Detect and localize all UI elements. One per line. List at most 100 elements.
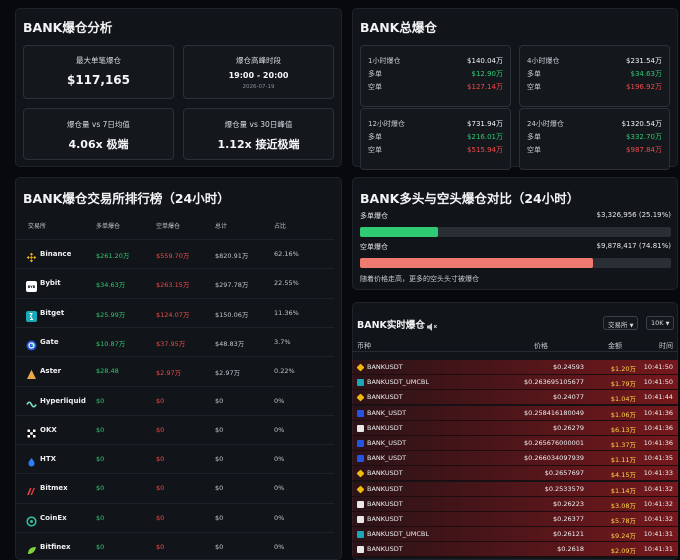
max-single-card: 最大单笔爆仓 $117,165 [23,45,174,99]
live-amount: $1.11万 [610,456,636,465]
exchange-select-label: 交易所 [608,321,628,329]
live-price: $0.24593 [552,363,584,371]
live-time: 10:41:50 [643,363,673,371]
live-row[interactable]: BANKUSDT_UMCBL $0.26121 $9.24万 10:41:31 [352,527,678,543]
total-card: 12小时爆仓 $731.94万 多单 $216.01万 空单 $515.94万 [360,108,511,170]
col-exchange[interactable]: 交易所 [28,221,46,230]
live-row[interactable]: BANKUSDT $0.26279 $6.13万 10:41:36 [352,420,678,436]
vs7-value: 4.06x 极端 [68,138,129,151]
long-bar-fill [360,227,439,237]
exchange-row-aster[interactable]: Aster $28.48 $2.97万 $2.97万 0.22% [15,356,334,385]
short-value: $0 [156,484,165,493]
long-bar [360,227,671,237]
speaker-icon[interactable] [426,317,438,331]
live-col-symbol: 币种 [357,342,371,350]
total-card: 1小时爆仓 $140.04万 多单 $12.90万空单 $127.14万 [360,45,511,107]
exchange-name: CoinEx [40,513,67,522]
long-label: 多单爆仓 [360,212,388,220]
exchange-name: Bybit [40,279,61,288]
total-card: 4小时爆仓 $231.54万 多单 $34.63万 空单 $196.92万 [519,45,670,107]
live-row[interactable]: BANKUSDT $0.2533579 $1.14万 10:41:32 [352,481,678,497]
total-value: $820.91万 [215,252,249,260]
hyperliquid-icon [26,395,37,408]
live-amount: $1.06万 [610,410,636,419]
peak-period-label: 爆仓高峰时段 [236,56,281,65]
total-value: $0 [215,543,224,551]
col-pct[interactable]: 占比 [274,221,286,230]
col-short[interactable]: 空单爆仓 [156,221,180,230]
bitget-icon [357,531,364,539]
amount-select[interactable]: 10K ▼ [646,316,675,330]
max-single-value: $117,165 [66,73,130,87]
live-row[interactable]: BANK_USDT $0.266034097939 $1.11万 10:41:35 [352,451,678,467]
exchange-name: Bitfinex [40,543,71,551]
short-value: $37.95万 [156,339,186,348]
exchange-row-binance[interactable]: Binance $261.20万 $559.70万 $820.91万 62.16% [15,239,334,268]
live-row[interactable]: BANKUSDT_UMCBL $0.263695105677 $1.79万 10:41… [352,375,678,391]
live-row[interactable]: BANK_USDT $0.265676000001 $1.37万 10:41:36 [352,436,678,451]
exchange-row-bitmex[interactable]: Bitmex $0 $0 $0 0% [15,473,334,502]
exchange-select[interactable]: 交易所 ▼ [603,316,639,330]
live-symbol: BANKUSDT [367,484,403,493]
live-price: $0.263695105677 [524,378,584,387]
exchange-row-bitget[interactable]: Bitget $25.99万 $124.07万 $150.06万 11.36% [15,297,334,327]
period-short: $515.94万 [467,146,503,154]
live-symbol: BANKUSDT [367,469,403,478]
live-row[interactable]: BANKUSDT $0.26223 $3.08万 10:41:32 [352,496,678,512]
live-price: $0.26223 [552,499,584,508]
period-total: $1320.54万 [621,120,662,128]
exchange-row-hyperliquid[interactable]: Hyperliquid $0 $0 $0 0% [15,385,334,415]
live-symbol: BANKUSDT [367,499,403,508]
binance-icon [356,393,365,402]
live-time: 10:41:44 [643,393,673,402]
live-amount: $1.37万 [610,441,636,449]
exchange-row-bitfinex[interactable]: Bitfinex $0 $0 $0 0% [15,532,334,560]
long-short-note: 随着价格走高，更多的空头头寸被爆仓 [360,275,479,283]
live-col-amount: 金额 [608,342,622,350]
coinex-icon [26,512,37,527]
live-row[interactable]: BANKUSDT $0.2618 $2.09万 10:41:31 [352,542,678,558]
total-value: $48.83万 [215,339,245,348]
svg-text:BYB: BYB [28,285,36,289]
exchange-row-coinex[interactable]: CoinEx $0 $0 $0 0% [15,502,334,532]
live-price: $0.2657697 [544,469,584,478]
total-row: 空单 $987.84万 [527,145,662,155]
long-value: $261.20万 [96,252,130,260]
live-row[interactable]: BANK_USDT $0.258416180049 $1.06万 10:41:36 [352,405,678,421]
live-price: $0.26377 [552,515,584,523]
long-label: 多单 [368,133,382,141]
pct-value: 0% [274,484,285,493]
long-value: $0 [96,543,105,551]
vs30-card: 爆仓量 vs 30日峰值 1.12x 接近极端 [183,108,334,160]
live-row[interactable]: BANKUSDT $0.26377 $5.78万 10:41:32 [352,512,678,527]
pct-value: 0% [274,396,285,405]
bybit-icon [357,546,364,554]
long-value: $10.87万 [96,339,126,348]
binance-icon [26,248,37,263]
vs7-card: 爆仓量 vs 7日均值 4.06x 极端 [23,108,174,160]
short-label: 空单 [368,146,382,154]
live-row[interactable]: BANKUSDT $0.2657697 $4.15万 10:41:33 [352,466,678,482]
total-value: $0 [215,396,224,405]
exchange-row-okx[interactable]: OKX $0 $0 $0 0% [15,414,334,444]
exchange-row-bybit[interactable]: BYB Bybit $34.63万 $263.15万 $297.78万 22.55% [15,268,334,297]
period-long: $216.01万 [467,133,503,141]
col-total[interactable]: 总计 [215,221,227,230]
exchange-title: BANK爆仓交易所排行榜（24小时） [23,191,230,206]
period-long: $12.90万 [471,70,504,78]
short-value: $2.97万 [156,369,182,378]
total-value: $0 [215,425,224,434]
total-row: 空单 $196.92万 [527,82,662,92]
total-row: 24小时爆仓 $1320.54万 [527,119,662,129]
live-time: 10:41:31 [643,545,673,554]
live-col-price: 价格 [534,342,548,350]
live-row[interactable]: BANKUSDT $0.24593 $1.20万 10:41:50 [352,360,678,375]
col-long[interactable]: 多单爆仓 [96,221,120,230]
long-label: 多单 [368,70,382,78]
live-row[interactable]: BANKUSDT $0.24077 $1.04万 10:41:44 [352,390,678,406]
total-row: 空单 $127.14万 [368,82,503,92]
exchange-row-gate[interactable]: Gate $10.87万 $37.95万 $48.83万 3.7% [15,326,334,356]
total-row: 1小时爆仓 $140.04万 [368,56,503,66]
exchange-row-htx[interactable]: HTX $0 $0 $0 0% [15,444,334,473]
short-bar [360,258,671,268]
